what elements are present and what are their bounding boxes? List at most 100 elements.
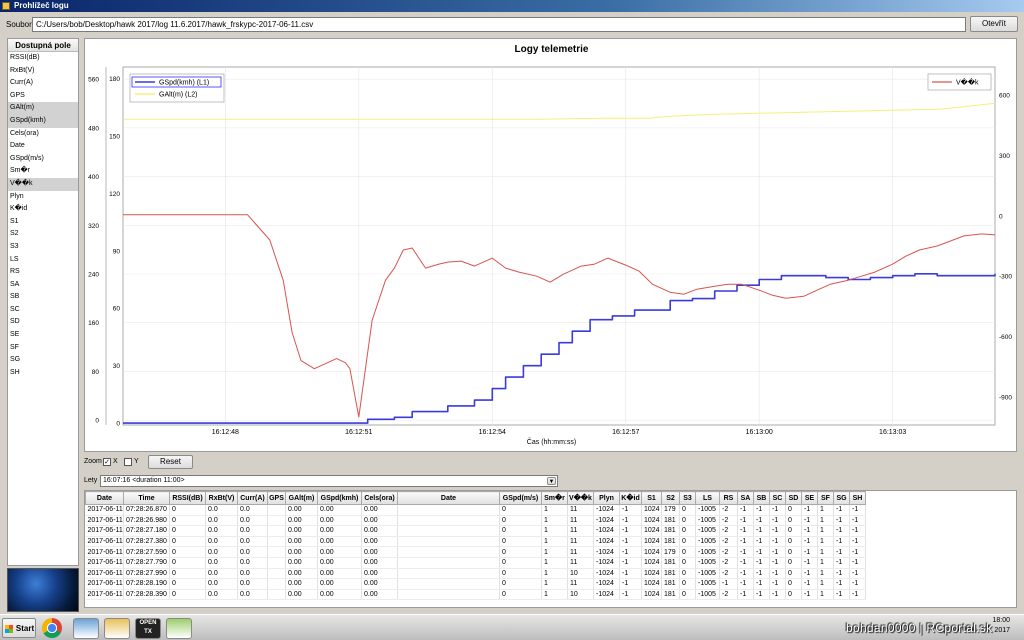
- column-header[interactable]: Plyn: [593, 491, 620, 505]
- column-header[interactable]: RS: [719, 491, 738, 505]
- table-row[interactable]: 2017-06-11 07:28:27.180 0 0.0 0.0 0.00 0.00 0.0…: [85, 525, 866, 537]
- table-cell: -1: [849, 568, 866, 580]
- table-row[interactable]: 2017-06-11 07:28:28.390 0 0.0 0.0 0.00 0.00 0.0…: [85, 589, 866, 601]
- chevron-down-icon[interactable]: ▼: [547, 477, 556, 485]
- column-header[interactable]: SF: [817, 491, 834, 505]
- table-row[interactable]: 2017-06-11 07:28:26.980 0 0.0 0.0 0.00 0.00 0.0…: [85, 515, 866, 527]
- field-item[interactable]: SA: [8, 279, 78, 292]
- field-item[interactable]: LS: [8, 254, 78, 267]
- table-cell: -1: [849, 536, 866, 548]
- column-header[interactable]: RxBt(V): [205, 491, 238, 505]
- column-header[interactable]: SC: [769, 491, 786, 505]
- field-item[interactable]: SH: [8, 367, 78, 380]
- table-cell: 0: [499, 536, 542, 548]
- right-tick-label: 300: [999, 153, 1010, 160]
- field-item[interactable]: Cels(ora): [8, 128, 78, 141]
- field-item[interactable]: Date: [8, 140, 78, 153]
- telemetry-chart[interactable]: Logy telemetrie 16:12:48 16:12:51 16:12:54 1…: [85, 39, 1018, 453]
- column-header[interactable]: Cels(ora): [361, 491, 398, 505]
- field-item[interactable]: SC: [8, 304, 78, 317]
- field-item[interactable]: SD: [8, 316, 78, 329]
- column-header[interactable]: V��k: [567, 491, 594, 505]
- table-cell: 0: [499, 504, 542, 516]
- open-button[interactable]: Otevřít: [970, 16, 1018, 32]
- field-item[interactable]: SF: [8, 342, 78, 355]
- field-item[interactable]: RxBt(V): [8, 65, 78, 78]
- zoom-y-checkbox[interactable]: [124, 458, 132, 466]
- field-item[interactable]: S2: [8, 228, 78, 241]
- column-header[interactable]: S1: [641, 491, 662, 505]
- field-item[interactable]: S1: [8, 216, 78, 229]
- field-item[interactable]: GSpd(kmh): [8, 114, 78, 128]
- table-cell: 11: [567, 546, 594, 558]
- start-label: Start: [15, 624, 35, 633]
- chrome-icon[interactable]: [42, 618, 62, 638]
- field-item[interactable]: GSpd(m/s): [8, 153, 78, 166]
- reset-button[interactable]: Reset: [148, 455, 193, 469]
- column-header[interactable]: SB: [753, 491, 770, 505]
- table-cell: -1024: [593, 546, 620, 558]
- table-cell: 07:28:27.180: [123, 525, 170, 537]
- start-button[interactable]: Start: [2, 618, 36, 638]
- table-cell: 0: [785, 546, 802, 558]
- column-header[interactable]: SD: [785, 491, 802, 505]
- field-item[interactable]: SE: [8, 329, 78, 342]
- table-cell: -2: [719, 536, 738, 548]
- column-header[interactable]: Date: [85, 491, 124, 505]
- table-cell: 10: [567, 568, 594, 580]
- calculator-icon[interactable]: [73, 618, 99, 639]
- table-cell: 181: [661, 589, 680, 601]
- column-header[interactable]: Sm�r: [541, 491, 568, 505]
- table-row[interactable]: 2017-06-11 07:28:28.190 0 0.0 0.0 0.00 0.00 0.0…: [85, 578, 866, 590]
- table-row[interactable]: 2017-06-11 07:28:27.380 0 0.0 0.0 0.00 0.00 0.0…: [85, 536, 866, 548]
- table-cell: 0.00: [361, 515, 398, 527]
- zoom-label: Zoom: [84, 458, 102, 465]
- table-cell: 0: [785, 557, 802, 569]
- table-cell: -1: [801, 536, 818, 548]
- field-item[interactable]: V��k: [8, 177, 78, 191]
- column-header[interactable]: GAlt(m): [285, 491, 318, 505]
- column-header[interactable]: SH: [849, 491, 866, 505]
- table-cell: 0.00: [317, 515, 362, 527]
- paint-icon[interactable]: [166, 618, 192, 639]
- table-row[interactable]: 2017-06-11 07:28:27.590 0 0.0 0.0 0.00 0.00 0.0…: [85, 546, 866, 558]
- column-header[interactable]: S3: [679, 491, 696, 505]
- table-cell: 1024: [641, 515, 662, 527]
- x-tick-label: 16:12:51: [345, 429, 372, 436]
- file-path-field[interactable]: C:/Users/bob/Desktop/hawk 2017/log 11.6.…: [32, 17, 966, 32]
- field-item[interactable]: Curr(A): [8, 77, 78, 90]
- flights-select[interactable]: 16:07:16 <duration 11:00> ▼: [100, 475, 558, 487]
- field-item[interactable]: SB: [8, 291, 78, 304]
- column-header[interactable]: SE: [801, 491, 818, 505]
- table-cell: 0: [499, 568, 542, 580]
- column-header[interactable]: Time: [123, 491, 170, 505]
- column-header[interactable]: GSpd(m/s): [499, 491, 542, 505]
- column-header[interactable]: GSpd(kmh): [317, 491, 362, 505]
- file-explorer-icon[interactable]: [104, 618, 130, 639]
- table-row[interactable]: 2017-06-11 07:28:27.990 0 0.0 0.0 0.00 0.00 0.0…: [85, 568, 866, 580]
- column-header[interactable]: LS: [695, 491, 720, 505]
- opentx-icon[interactable]: OPEN TX: [135, 618, 161, 639]
- column-header[interactable]: S2: [661, 491, 680, 505]
- field-item[interactable]: GPS: [8, 90, 78, 103]
- column-header[interactable]: K�id: [619, 491, 642, 505]
- field-item[interactable]: RS: [8, 266, 78, 279]
- field-item[interactable]: SG: [8, 354, 78, 367]
- column-header[interactable]: SA: [737, 491, 754, 505]
- table-cell: -2: [719, 557, 738, 569]
- table-row[interactable]: 2017-06-11 07:28:26.870 0 0.0 0.0 0.00 0.00 0.0…: [85, 504, 866, 516]
- table-cell: 0: [169, 504, 206, 516]
- field-item[interactable]: RSSI(dB): [8, 52, 78, 65]
- column-header[interactable]: SG: [833, 491, 850, 505]
- field-item[interactable]: S3: [8, 241, 78, 254]
- column-header[interactable]: Date: [397, 491, 500, 505]
- column-header[interactable]: Curr(A): [237, 491, 268, 505]
- field-item[interactable]: GAlt(m): [8, 102, 78, 115]
- table-row[interactable]: 2017-06-11 07:28:27.790 0 0.0 0.0 0.00 0.00 0.0…: [85, 557, 866, 569]
- column-header[interactable]: GPS: [267, 491, 286, 505]
- column-header[interactable]: RSSI(dB): [169, 491, 206, 505]
- field-item[interactable]: Plyn: [8, 191, 78, 204]
- field-item[interactable]: K�id: [8, 203, 78, 216]
- field-item[interactable]: Sm�r: [8, 165, 78, 178]
- zoom-x-checkbox[interactable]: ✓: [103, 458, 111, 466]
